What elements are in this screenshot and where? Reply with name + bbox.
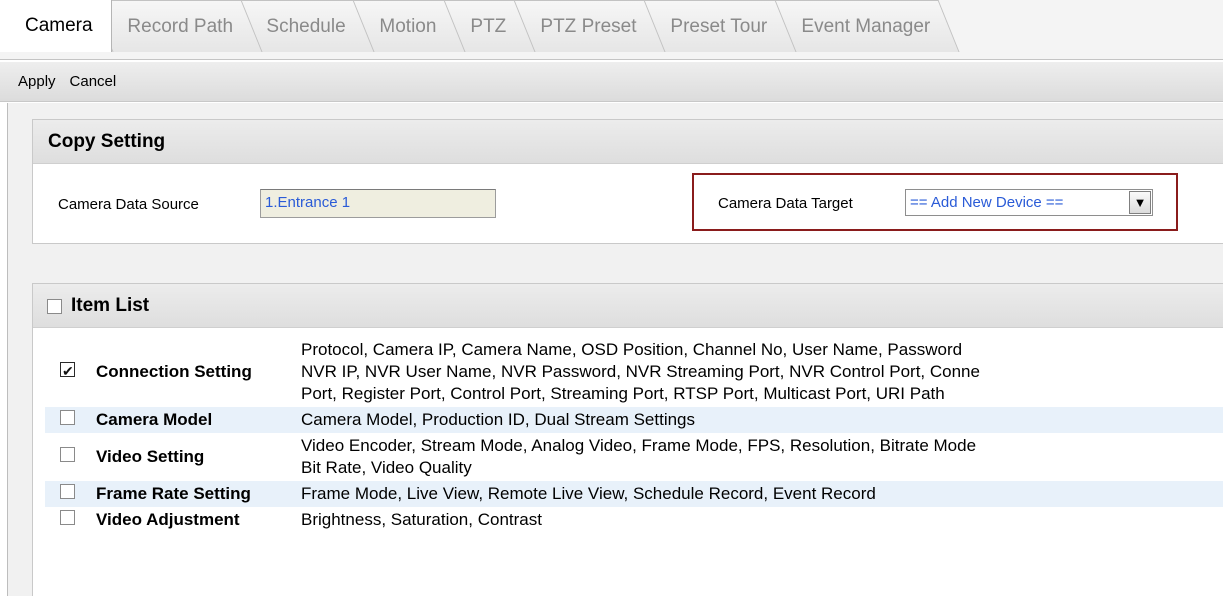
item-description-line: Brightness, Saturation, Contrast — [301, 510, 542, 529]
item-description-line: Camera Model, Production ID, Dual Stream… — [301, 410, 696, 429]
cancel-button[interactable]: Cancel — [70, 73, 117, 90]
item-table: Connection Setting Protocol, Camera IP, C… — [45, 337, 1223, 533]
tab-label: Motion — [379, 15, 437, 37]
tab-label: PTZ Preset — [540, 15, 637, 37]
camera-data-source-label: Camera Data Source — [58, 196, 199, 213]
item-list-panel: Item List Connection Setting Protocol, Ca… — [32, 283, 1223, 596]
tab-camera[interactable]: Camera — [0, 0, 112, 52]
camera-data-target-label: Camera Data Target — [718, 195, 853, 212]
table-row: Frame Rate Setting Frame Mode, Live View,… — [45, 481, 1223, 507]
item-description-line: Protocol, Camera IP, Camera Name, OSD Po… — [301, 340, 963, 359]
item-name: Connection Setting — [96, 362, 252, 381]
item-checkbox[interactable] — [60, 360, 75, 382]
tab-label: Record Path — [126, 15, 233, 37]
content-area: Copy Setting Camera Data Source 1.Entran… — [7, 103, 1223, 596]
camera-data-target-highlight: Camera Data Target == Add New Device == … — [692, 173, 1178, 231]
toolbar: Apply Cancel — [0, 62, 1223, 102]
apply-button[interactable]: Apply — [18, 73, 56, 90]
tab-record-path[interactable]: Record Path — [91, 0, 262, 52]
copy-setting-panel: Copy Setting Camera Data Source 1.Entran… — [32, 119, 1223, 244]
tab-list: Camera Record Path Schedule Motion PTZ PTZ Pr… — [0, 0, 960, 60]
item-description-line: Bit Rate, Video Quality — [301, 458, 472, 477]
item-checkbox[interactable] — [60, 447, 75, 462]
item-description-line: NVR IP, NVR User Name, NVR Password, NVR… — [301, 362, 980, 381]
tab-label: Event Manager — [801, 15, 931, 37]
camera-data-source-field[interactable]: 1.Entrance 1 — [260, 189, 496, 218]
item-description-line: Video Encoder, Stream Mode, Analog Video… — [301, 436, 977, 455]
table-row: Connection Setting Protocol, Camera IP, C… — [45, 337, 1223, 407]
item-name: Video Adjustment — [96, 510, 240, 529]
table-row: Camera Model Camera Model, Production ID,… — [45, 407, 1223, 433]
item-description: Camera Model, Production ID, Dual Stream… — [301, 407, 1223, 433]
camera-data-target-value: == Add New Device == — [910, 194, 1064, 211]
item-name: Frame Rate Setting — [90, 481, 301, 507]
item-list-header: Item List — [33, 284, 1223, 328]
item-checkbox[interactable] — [60, 510, 75, 525]
copy-setting-title: Copy Setting — [33, 120, 1223, 164]
item-description-line: Frame Mode, Live View, Remote Live View,… — [301, 484, 876, 503]
item-description: Brightness, Saturation, Contrast — [301, 507, 1223, 533]
item-description: Protocol, Camera IP, Camera Name, OSD Po… — [301, 337, 1223, 407]
item-list-title: Item List — [71, 294, 150, 316]
tab-label: PTZ — [470, 15, 507, 37]
tab-label: Preset Tour — [670, 15, 768, 37]
table-row: Video Adjustment Brightness, Saturation, … — [45, 507, 1223, 533]
dropdown-arrow-icon[interactable]: ▼ — [1129, 191, 1151, 214]
table-row: Video Setting Video Encoder, Stream Mode,… — [45, 433, 1223, 481]
tab-label: Schedule — [266, 15, 346, 37]
tab-label: Camera — [25, 15, 93, 36]
tab-bar: Camera Record Path Schedule Motion PTZ PTZ Pr… — [0, 0, 1223, 60]
item-description: Frame Mode, Live View, Remote Live View,… — [301, 481, 1223, 507]
item-description: Video Encoder, Stream Mode, Analog Video… — [301, 433, 1223, 481]
item-checkbox[interactable] — [60, 484, 75, 499]
item-description-line: Port, Register Port, Control Port, Strea… — [301, 384, 945, 403]
item-name: Camera Model — [90, 407, 301, 433]
item-checkbox[interactable] — [60, 410, 75, 425]
camera-data-target-select[interactable]: == Add New Device == ▼ — [905, 189, 1153, 216]
select-all-checkbox[interactable] — [47, 299, 62, 314]
item-name: Video Setting — [96, 447, 205, 466]
tab-event-manager[interactable]: Event Manager — [765, 0, 960, 52]
